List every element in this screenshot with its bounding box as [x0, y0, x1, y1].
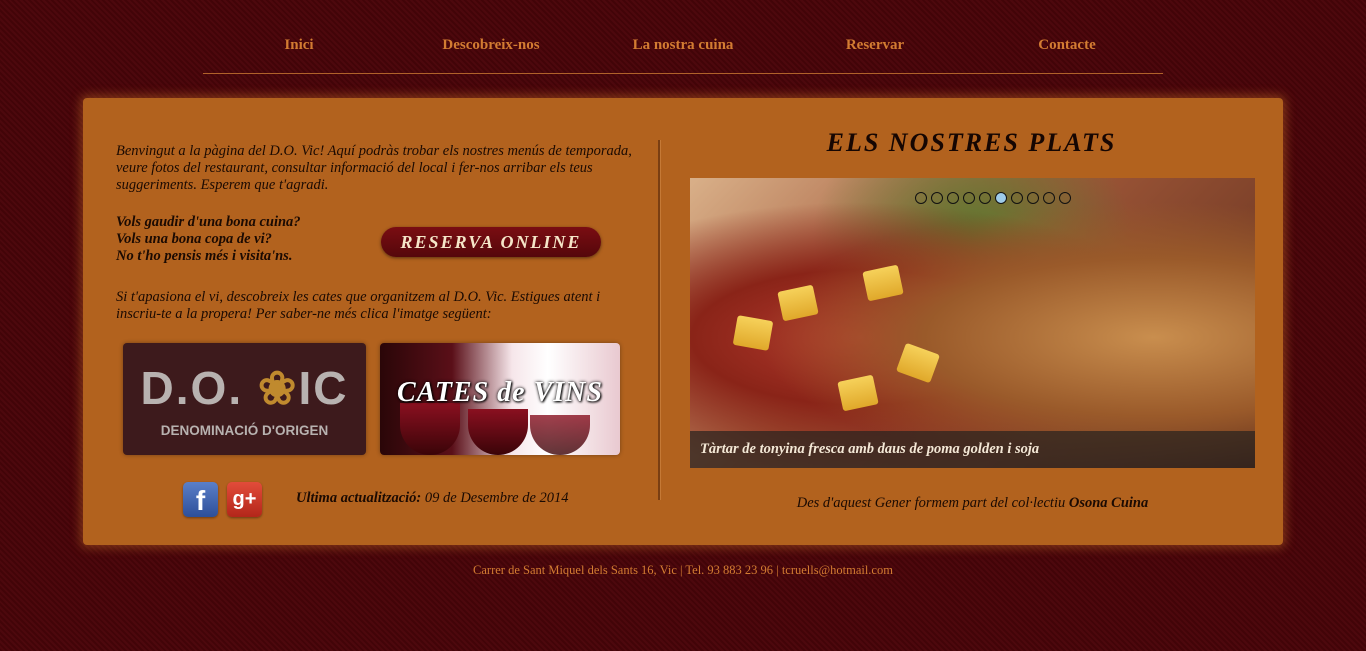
wine-glass-icon [400, 403, 460, 455]
facebook-icon[interactable]: f [183, 482, 218, 517]
osona-cuina-link[interactable]: Osona Cuina [1069, 495, 1148, 511]
content-panel: Benvingut a la pàgina del D.O. Vic! Aquí… [83, 98, 1283, 545]
cates-de-vins-label: CATES de VINS [397, 377, 603, 408]
nav-link-descobreix-nos[interactable]: Descobreix-nos [442, 37, 539, 54]
cates-description: Si t'apasiona el vi, descobreix les cate… [116, 289, 601, 322]
google-plus-icon[interactable]: g+ [227, 482, 262, 517]
logo-main-suffix: IC [298, 362, 349, 414]
dish-photo-detail [732, 315, 774, 351]
do-vic-logo-subtitle: DENOMINACIÓ D'ORIGEN [160, 423, 329, 438]
question-line-3: No t'ho pensis més i visita'ns. [116, 248, 293, 264]
logo-main-prefix: D.O. [140, 362, 258, 414]
slide-dot-4[interactable] [963, 192, 975, 204]
intro-text: Benvingut a la pàgina del D.O. Vic! Aquí… [116, 143, 632, 193]
column-divider [658, 140, 661, 500]
wine-glass-icon [530, 415, 590, 455]
question-line-1: Vols gaudir d'una bona cuina? [116, 214, 301, 230]
nav-link-reservar[interactable]: Reservar [846, 37, 904, 54]
slide-dot-2[interactable] [931, 192, 943, 204]
dish-photo-detail [837, 374, 879, 412]
dishes-slideshow[interactable]: Tàrtar de tonyina fresca amb daus de pom… [690, 178, 1255, 468]
slide-dot-3[interactable] [947, 192, 959, 204]
dish-photo-detail [777, 284, 819, 322]
wine-glass-icon [468, 409, 528, 455]
do-vic-logo-text: D.O. ❀IC [123, 361, 366, 415]
slide-dot-8[interactable] [1027, 192, 1039, 204]
slide-dot-5[interactable] [979, 192, 991, 204]
nav-link-inici[interactable]: Inici [284, 37, 313, 54]
slide-caption: Tàrtar de tonyina fresca amb daus de pom… [690, 431, 1255, 468]
last-updated-date: 09 de Desembre de 2014 [421, 490, 569, 506]
invitation-questions: Vols gaudir d'una bona cuina? Vols una b… [116, 214, 356, 265]
slide-dot-1[interactable] [915, 192, 927, 204]
footer-contact: Carrer de Sant Miquel dels Sants 16, Vic… [473, 563, 893, 577]
osona-cuina-note: Des d'aquest Gener formem part del col·l… [690, 495, 1255, 512]
last-updated-label: Ultima actualització: [296, 490, 422, 506]
plats-title: ELS NOSTRES PLATS [826, 128, 1117, 157]
dish-photo-detail [895, 342, 941, 384]
nav-link-la-nostra-cuina[interactable]: La nostra cuina [633, 37, 734, 54]
grape-icon: ❀ [257, 362, 299, 414]
question-line-2: Vols una bona copa de vi? [116, 231, 272, 247]
slide-dot-9[interactable] [1043, 192, 1055, 204]
slide-dot-6[interactable] [995, 192, 1007, 204]
dish-photo-detail [862, 264, 904, 302]
cates-de-vins-image-link[interactable]: CATES de VINS [380, 343, 620, 455]
do-vic-logo-link[interactable]: D.O. ❀IC DENOMINACIÓ D'ORIGEN [123, 343, 366, 455]
slide-dot-10[interactable] [1059, 192, 1071, 204]
nav-link-contacte[interactable]: Contacte [1038, 37, 1095, 54]
osona-prefix: Des d'aquest Gener formem part del col·l… [796, 495, 1069, 511]
main-nav: Inici Descobreix-nos La nostra cuina Res… [203, 0, 1163, 74]
last-updated: Ultima actualització: 09 de Desembre de … [296, 490, 569, 507]
slideshow-pagination [915, 192, 1075, 206]
reserva-online-button[interactable]: RESERVA ONLINE [381, 227, 601, 257]
slide-dot-7[interactable] [1011, 192, 1023, 204]
